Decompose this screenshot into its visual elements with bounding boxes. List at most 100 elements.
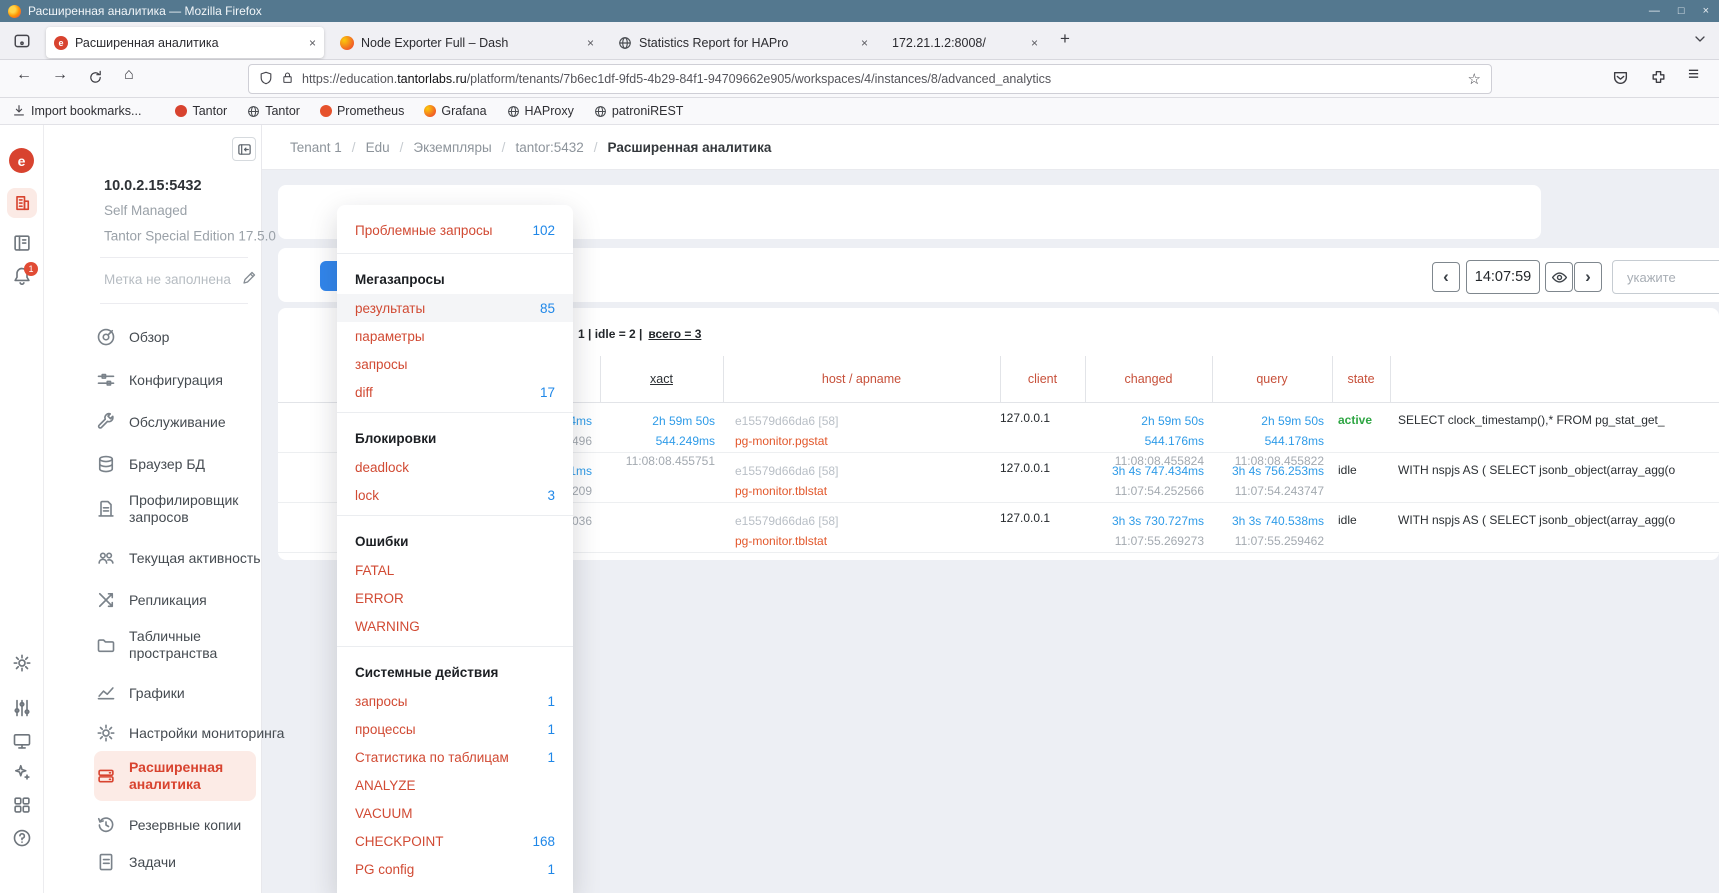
column-header-query[interactable]: query xyxy=(1212,356,1332,402)
rail-item-instances[interactable] xyxy=(7,188,37,218)
tab-advanced-analytics[interactable]: e Расширенная аналитика × xyxy=(46,27,324,58)
sidebar-item-tasks[interactable]: Задачи xyxy=(96,845,287,879)
sidebar-item-configuration[interactable]: Конфигурация xyxy=(96,363,287,397)
instance-label-row: Метка не заполнена xyxy=(104,270,257,289)
column-header-client[interactable]: client xyxy=(1000,356,1085,402)
sidebar-item-label: Текущая активность xyxy=(129,550,287,567)
menu-item-vacuum[interactable]: VACUUM xyxy=(337,799,573,827)
menu-item-checkpoint[interactable]: CHECKPOINT 168 xyxy=(337,827,573,855)
breadcrumb-workspace[interactable]: Edu xyxy=(366,140,390,155)
tab-patroni[interactable]: 172.21.1.2:8008/ × xyxy=(884,27,1046,58)
bookmark-tantor-1[interactable]: Tantor xyxy=(175,104,227,118)
pocket-button[interactable] xyxy=(1612,69,1629,91)
tab-haproxy-stats[interactable]: Statistics Report for HAPro × xyxy=(610,27,876,58)
sidebar-collapse-button[interactable] xyxy=(232,137,256,161)
sidebar-item-charts[interactable]: Графики xyxy=(96,676,287,710)
list-tabs-chevron[interactable] xyxy=(1692,31,1708,52)
new-tab-button[interactable]: + xyxy=(1060,29,1070,49)
menu-item-problem-queries[interactable]: Проблемные запросы 102 xyxy=(337,213,573,247)
tab-close-icon[interactable]: × xyxy=(309,36,316,50)
menu-item-deadlock[interactable]: deadlock xyxy=(337,453,573,481)
home-button[interactable]: ⌂ xyxy=(124,66,134,84)
close-button[interactable]: × xyxy=(1703,5,1709,17)
sidebar-item-overview[interactable]: Обзор xyxy=(96,320,287,354)
menu-item-count: 85 xyxy=(540,301,555,316)
bookmark-prometheus[interactable]: Prometheus xyxy=(320,104,404,118)
breadcrumb-tenant[interactable]: Tenant 1 xyxy=(290,140,342,155)
bookmark-patronirest[interactable]: patroniREST xyxy=(594,104,684,118)
menu-item-label: FATAL xyxy=(355,563,394,578)
sidebar-item-maintenance[interactable]: Обслуживание xyxy=(96,405,287,439)
menu-item-queries[interactable]: запросы xyxy=(337,350,573,378)
sidebar-item-current-activity[interactable]: Текущая активность xyxy=(96,541,287,575)
menu-item-warning[interactable]: WARNING xyxy=(337,612,573,640)
hidden-blue-button-fragment[interactable] xyxy=(320,261,337,291)
rail-item-parameters[interactable] xyxy=(12,698,32,718)
maximize-button[interactable]: □ xyxy=(1678,5,1685,17)
sparkles-icon xyxy=(12,762,32,782)
breadcrumb-instance[interactable]: tantor:5432 xyxy=(515,140,583,155)
menu-item-table-statistics[interactable]: Статистика по таблицам 1 xyxy=(337,743,573,771)
sidebar-item-db-browser[interactable]: Браузер БД xyxy=(96,447,287,481)
bookmark-star-icon[interactable]: ☆ xyxy=(1468,70,1481,88)
bookmark-label: Tantor xyxy=(192,104,227,118)
breadcrumb-separator: / xyxy=(352,140,356,155)
column-divider xyxy=(1390,356,1391,402)
tab-close-icon[interactable]: × xyxy=(1031,36,1038,50)
sidebar-item-advanced-analytics[interactable]: Расширенная аналитика xyxy=(96,754,287,798)
bookmark-label: Tantor xyxy=(265,104,300,118)
column-header-state[interactable]: state xyxy=(1332,356,1390,402)
sidebar-item-tablespaces[interactable]: Табличные пространства xyxy=(96,623,287,667)
menu-item-processes[interactable]: процессы 1 xyxy=(337,715,573,743)
filter-input[interactable] xyxy=(1612,260,1719,294)
globe-favicon xyxy=(618,36,632,50)
edit-label-button[interactable] xyxy=(241,270,257,289)
column-header-host-apname[interactable]: host / apname xyxy=(723,356,1000,402)
menu-item-diff[interactable]: diff 17 xyxy=(337,378,573,406)
prev-interval-button[interactable]: ‹ xyxy=(1432,262,1460,292)
tab-node-exporter[interactable]: Node Exporter Full – Dash × xyxy=(332,27,602,58)
minimize-button[interactable]: — xyxy=(1649,5,1660,17)
time-field[interactable]: 14:07:59 xyxy=(1466,260,1540,294)
sidebar-item-query-profiler[interactable]: Профилировщик запросов xyxy=(96,487,287,531)
next-interval-button[interactable]: › xyxy=(1574,262,1602,292)
rail-item-apps[interactable] xyxy=(12,795,32,815)
menu-item-pg-config[interactable]: PG config 1 xyxy=(337,855,573,883)
menu-item-analyze[interactable]: ANALYZE xyxy=(337,771,573,799)
menu-button[interactable]: ≡ xyxy=(1688,64,1699,86)
column-header-xact[interactable]: xact xyxy=(600,356,723,402)
sidebar-item-monitoring-settings[interactable]: Настройки мониторинга xyxy=(96,716,287,750)
menu-item-lock[interactable]: lock 3 xyxy=(337,481,573,509)
rail-item-ai[interactable] xyxy=(12,762,32,782)
firefox-view-button[interactable] xyxy=(10,29,34,53)
tab-close-icon[interactable]: × xyxy=(861,36,868,50)
reload-button[interactable] xyxy=(88,70,103,90)
globe-icon xyxy=(594,105,607,118)
sidebar-item-backups[interactable]: Резервные копии xyxy=(96,808,287,842)
watch-button[interactable] xyxy=(1545,262,1573,292)
rail-item-monitor[interactable] xyxy=(12,731,32,751)
menu-item-error[interactable]: ERROR xyxy=(337,584,573,612)
menu-item-fatal[interactable]: FATAL xyxy=(337,556,573,584)
rail-item-help[interactable] xyxy=(12,828,32,848)
sidebar-item-replication[interactable]: Репликация xyxy=(96,583,287,617)
forward-button[interactable]: → xyxy=(52,66,68,84)
menu-item-results[interactable]: результаты 85 xyxy=(337,294,573,322)
rail-item-settings[interactable] xyxy=(12,653,32,673)
bookmark-haproxy[interactable]: HAProxy xyxy=(507,104,574,118)
counters-total-link[interactable]: всего = 3 xyxy=(648,327,701,341)
sql-cell: WITH nspjs AS ( SELECT jsonb_object(arra… xyxy=(1398,513,1716,527)
back-button[interactable]: ← xyxy=(16,66,32,84)
menu-item-sys-queries[interactable]: запросы 1 xyxy=(337,687,573,715)
url-bar[interactable]: https://education.tantorlabs.ru/platform… xyxy=(248,64,1492,94)
column-header-changed[interactable]: changed xyxy=(1085,356,1212,402)
bookmark-tantor-2[interactable]: Tantor xyxy=(247,104,300,118)
extensions-button[interactable] xyxy=(1650,69,1667,91)
breadcrumb-instances[interactable]: Экземпляры xyxy=(413,140,491,155)
bookmark-grafana[interactable]: Grafana xyxy=(424,104,486,118)
gauge-icon xyxy=(96,327,116,347)
import-bookmarks-item[interactable]: Import bookmarks... xyxy=(12,104,141,118)
menu-item-parameters[interactable]: параметры xyxy=(337,322,573,350)
tab-close-icon[interactable]: × xyxy=(587,36,594,50)
rail-item-docs[interactable] xyxy=(12,233,32,253)
